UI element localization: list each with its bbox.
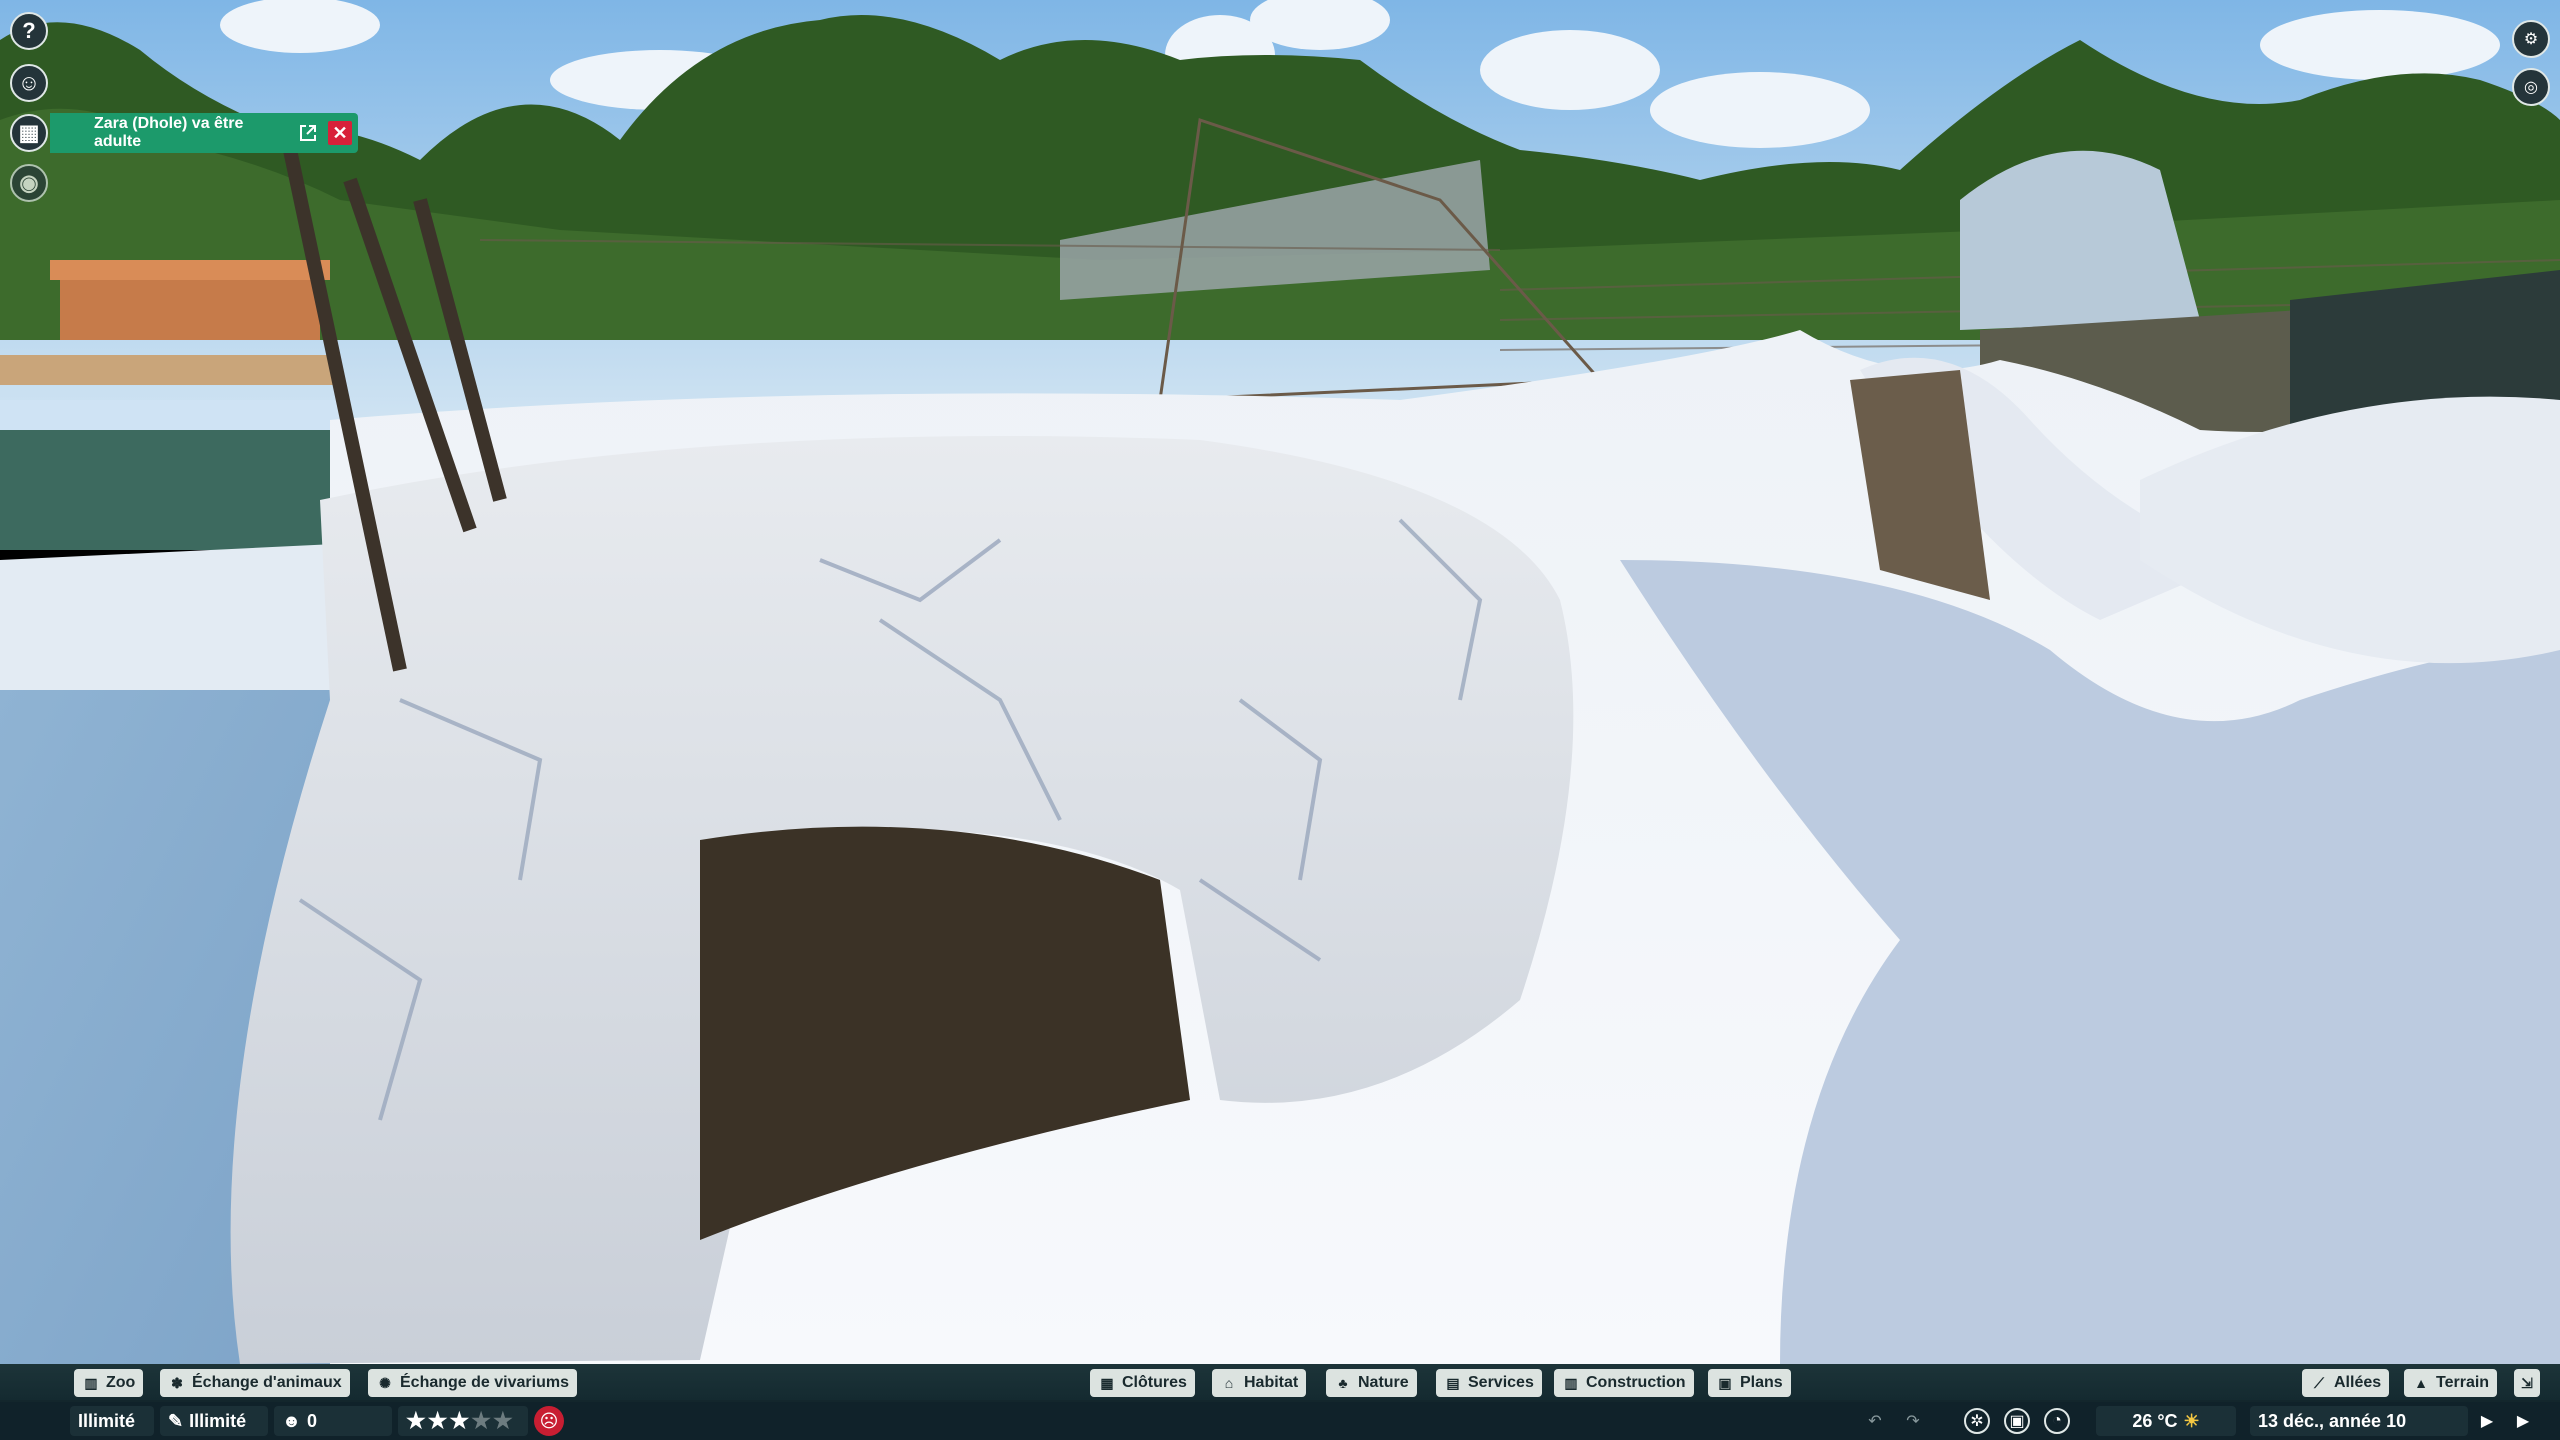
vivarium-icon: ✺ <box>379 1374 391 1391</box>
rating-stars: ★ ★ ★ ★ ★ <box>406 1410 513 1432</box>
zoo-icon: ▥ <box>84 1374 98 1391</box>
paw-icon: ✽ <box>171 1374 183 1391</box>
tab-nature[interactable]: ♣ Nature <box>1326 1369 1417 1397</box>
heatmap-icon[interactable]: ▣ <box>2004 1408 2030 1434</box>
guest-count[interactable]: ☻ 0 <box>274 1406 392 1436</box>
shop-icon: ▤ <box>1446 1374 1460 1391</box>
money-display[interactable]: Illimité <box>70 1406 154 1436</box>
undo-icon[interactable]: ↶ <box>1862 1408 1888 1434</box>
game-viewport[interactable] <box>0 0 2560 1440</box>
toolbar-tabs-row: ▥ Zoo ✽ Échange d'animaux ✺ Échange de viva… <box>0 1364 2560 1400</box>
redo-icon[interactable]: ↷ <box>1900 1408 1926 1434</box>
rating-star: ★ <box>427 1408 448 1433</box>
notification-text: Zara (Dhole) va être adulte <box>94 115 244 150</box>
fence-icon: ▦ <box>1100 1374 1114 1391</box>
tab-habitat[interactable]: ⌂ Habitat <box>1212 1369 1307 1397</box>
guest-mood-icon[interactable]: ☹ <box>534 1406 564 1436</box>
guests-icon: ☻ <box>282 1410 301 1431</box>
tab-services[interactable]: ▤ Services <box>1436 1369 1542 1397</box>
blueprint-icon: ▣ <box>1718 1374 1732 1391</box>
play-icon[interactable]: ▶ <box>2474 1408 2500 1434</box>
notification-toast[interactable]: Zara (Dhole) va être adulte ✕ <box>50 113 358 153</box>
visibility-icon[interactable]: ◉ <box>10 164 48 202</box>
path-icon: ⟋ <box>2314 1374 2324 1391</box>
zoo-rating[interactable]: ★ ★ ★ ★ ★ <box>398 1406 528 1436</box>
tab-terrain[interactable]: ▲ Terrain <box>2404 1369 2498 1397</box>
research-icon: ✎ <box>168 1410 184 1431</box>
rating-star: ★ <box>471 1408 491 1433</box>
zoo-overview-icon[interactable]: ✲ <box>1964 1408 1990 1434</box>
tab-zoo[interactable]: ▥ Zoo <box>74 1369 144 1397</box>
construction-icon: ▥ <box>1564 1374 1578 1391</box>
rating-star: ★ <box>449 1408 470 1433</box>
temperature-display: 26 °C ☀ <box>2096 1406 2236 1436</box>
expand-icon: ⇲ <box>2521 1374 2533 1391</box>
tab-vivarium-exchange[interactable]: ✺ Échange de vivariums <box>368 1369 577 1397</box>
help-icon[interactable]: ? <box>10 12 48 50</box>
tab-animal-exchange[interactable]: ✽ Échange d'animaux <box>160 1369 350 1397</box>
terrain-icon: ▲ <box>2414 1375 2428 1391</box>
tree-icon: ♣ <box>1338 1375 1348 1391</box>
research-display[interactable]: ✎ Illimité <box>160 1406 268 1436</box>
sun-icon: ☀ <box>2183 1410 2200 1431</box>
tab-plans[interactable]: ▣ Plans <box>1708 1369 1791 1397</box>
status-row: Illimité ✎ Illimité ☻ 0 ★ ★ ★ ★ ★ ☹ ↶ ↷ ✲ ▣ ◔ … <box>0 1402 2560 1440</box>
tab-fences[interactable]: ▦ Clôtures <box>1090 1369 1195 1397</box>
close-icon[interactable]: ✕ <box>328 121 352 145</box>
expand-toolbar-button[interactable]: ⇲ <box>2514 1369 2540 1397</box>
camera-mode-icon[interactable]: ◎ <box>2512 68 2550 106</box>
fast-forward-icon[interactable]: ▶ <box>2510 1408 2536 1434</box>
rating-star: ★ <box>492 1408 513 1433</box>
habitat-icon: ⌂ <box>1224 1375 1234 1391</box>
open-link-icon[interactable] <box>288 113 328 153</box>
settings-icon[interactable]: ⚙ <box>2512 20 2550 58</box>
bottom-toolbar: ▥ Zoo ✽ Échange d'animaux ✺ Échange de viva… <box>0 1364 2560 1440</box>
zoo-scene <box>0 0 2560 1364</box>
tab-paths[interactable]: ⟋ Allées <box>2302 1369 2390 1397</box>
alerts-icon[interactable]: ◔ <box>2044 1408 2070 1434</box>
zookeeper-icon[interactable]: ☺ <box>10 64 48 102</box>
tab-construction[interactable]: ▥ Construction <box>1554 1369 1694 1397</box>
rating-star: ★ <box>406 1408 426 1433</box>
calendar-icon[interactable]: ▦ <box>10 114 48 152</box>
date-display: 13 déc., année 10 <box>2250 1406 2468 1436</box>
